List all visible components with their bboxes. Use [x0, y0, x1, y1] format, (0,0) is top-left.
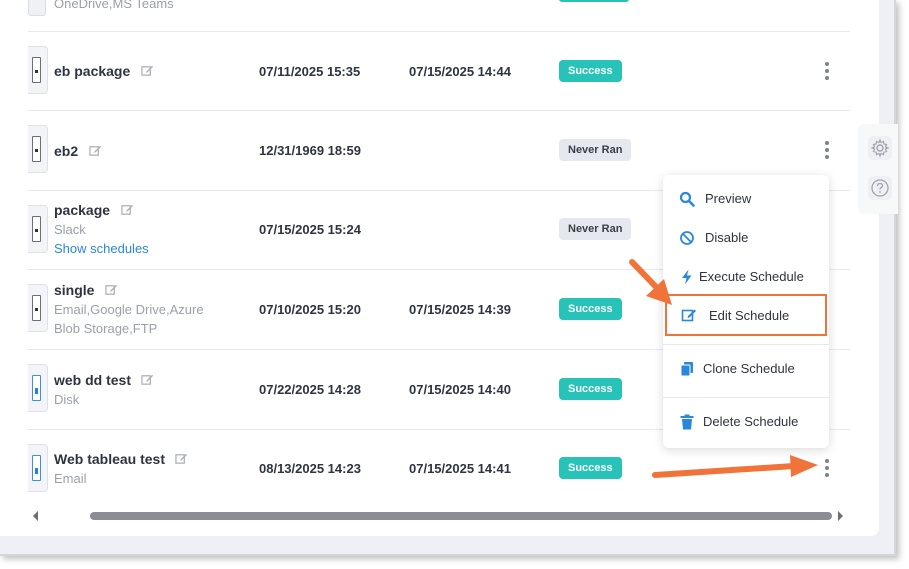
row-name: package — [54, 202, 111, 218]
package-thumbnail — [28, 364, 48, 412]
last-run-date: 07/15/2025 14:41 — [409, 461, 511, 476]
last-run-date: 07/15/2025 14:44 — [409, 64, 511, 79]
row-name: eb package — [54, 63, 131, 79]
status-badge: Success — [559, 457, 622, 479]
package-thumbnail — [28, 46, 48, 94]
edit-icon[interactable] — [141, 373, 154, 386]
menu-divider — [663, 397, 829, 398]
package-thumbnail — [28, 205, 48, 253]
package-thumbnail — [28, 444, 48, 492]
show-schedules-link[interactable]: Show schedules — [54, 239, 149, 258]
row-destinations: Email,Google Drive,Azure — [54, 302, 204, 317]
row-destinations: Email — [54, 471, 87, 486]
trash-icon — [680, 414, 694, 430]
menu-item-label: Execute Schedule — [699, 269, 804, 284]
gear-icon — [870, 138, 890, 158]
row-name: single — [54, 282, 95, 298]
edit-icon[interactable] — [88, 144, 102, 157]
status-badge: Success — [559, 378, 622, 400]
help-icon — [871, 179, 889, 197]
row-actions-button[interactable] — [822, 62, 832, 80]
created-date: 08/13/2025 14:23 — [259, 461, 361, 476]
package-thumbnail — [28, 125, 48, 173]
row-name: web dd test — [54, 372, 132, 388]
package-thumbnail — [28, 0, 46, 16]
row-destinations: Slack — [54, 222, 86, 237]
edit-icon[interactable] — [175, 452, 188, 465]
table-row-partial: OneDrive,MS Teams — [28, 0, 850, 32]
side-toolbar — [858, 124, 898, 214]
row-actions-menu: Preview Disable Execute Schedule Edit Sc… — [663, 175, 829, 448]
table-row[interactable]: eb package 07/11/2025 15:35 07/15/2025 1… — [28, 32, 850, 111]
horizontal-scrollbar[interactable] — [30, 510, 846, 522]
status-badge: Success — [559, 60, 622, 82]
row-actions-button[interactable] — [822, 141, 832, 159]
settings-button[interactable] — [868, 136, 892, 160]
edit-icon[interactable] — [141, 64, 154, 77]
row-name: eb2 — [54, 143, 79, 159]
menu-item-clone-schedule[interactable]: Clone Schedule — [663, 351, 829, 387]
scrollbar-thumb[interactable] — [90, 512, 832, 520]
row-destinations: Disk — [54, 392, 80, 407]
status-badge: Never Ran — [559, 139, 632, 161]
menu-item-execute-schedule[interactable]: Execute Schedule — [663, 259, 829, 295]
row-destinations-cont: Blob Storage,FTP — [54, 321, 158, 336]
menu-item-edit-schedule[interactable]: Edit Schedule — [665, 294, 827, 336]
row-name: Web tableau test — [54, 451, 165, 467]
created-date: 07/15/2025 15:24 — [259, 222, 361, 237]
last-run-date: 07/15/2025 14:39 — [409, 302, 511, 317]
scroll-right-arrow[interactable] — [838, 511, 843, 521]
status-badge — [559, 0, 629, 2]
edit-icon[interactable] — [120, 203, 134, 216]
menu-divider — [663, 344, 829, 345]
menu-item-preview[interactable]: Preview — [663, 181, 829, 217]
row-destinations: OneDrive,MS Teams — [54, 0, 174, 11]
search-icon — [679, 191, 695, 207]
row-actions-button[interactable] — [822, 459, 832, 477]
menu-item-label: Clone Schedule — [703, 361, 795, 376]
menu-item-delete-schedule[interactable]: Delete Schedule — [663, 404, 829, 440]
copy-icon — [680, 362, 693, 377]
scroll-left-arrow[interactable] — [33, 511, 38, 521]
menu-item-disable[interactable]: Disable — [663, 220, 829, 256]
status-badge: Never Ran — [559, 218, 632, 240]
created-date: 07/11/2025 15:35 — [259, 64, 361, 79]
ban-icon — [680, 231, 694, 245]
created-date: 12/31/1969 18:59 — [259, 143, 361, 158]
status-badge: Success — [559, 298, 622, 320]
help-button[interactable] — [868, 176, 892, 200]
lightning-icon — [682, 269, 692, 285]
package-thumbnail — [28, 284, 48, 332]
menu-item-label: Preview — [705, 191, 752, 206]
menu-item-label: Edit Schedule — [709, 308, 790, 323]
menu-item-label: Delete Schedule — [703, 414, 799, 429]
menu-item-label: Disable — [705, 230, 749, 245]
edit-icon[interactable] — [105, 283, 118, 296]
created-date: 07/10/2025 15:20 — [259, 302, 361, 317]
last-run-date: 07/15/2025 14:40 — [409, 382, 511, 397]
created-date: 07/22/2025 14:28 — [259, 382, 361, 397]
edit-icon — [681, 309, 696, 322]
